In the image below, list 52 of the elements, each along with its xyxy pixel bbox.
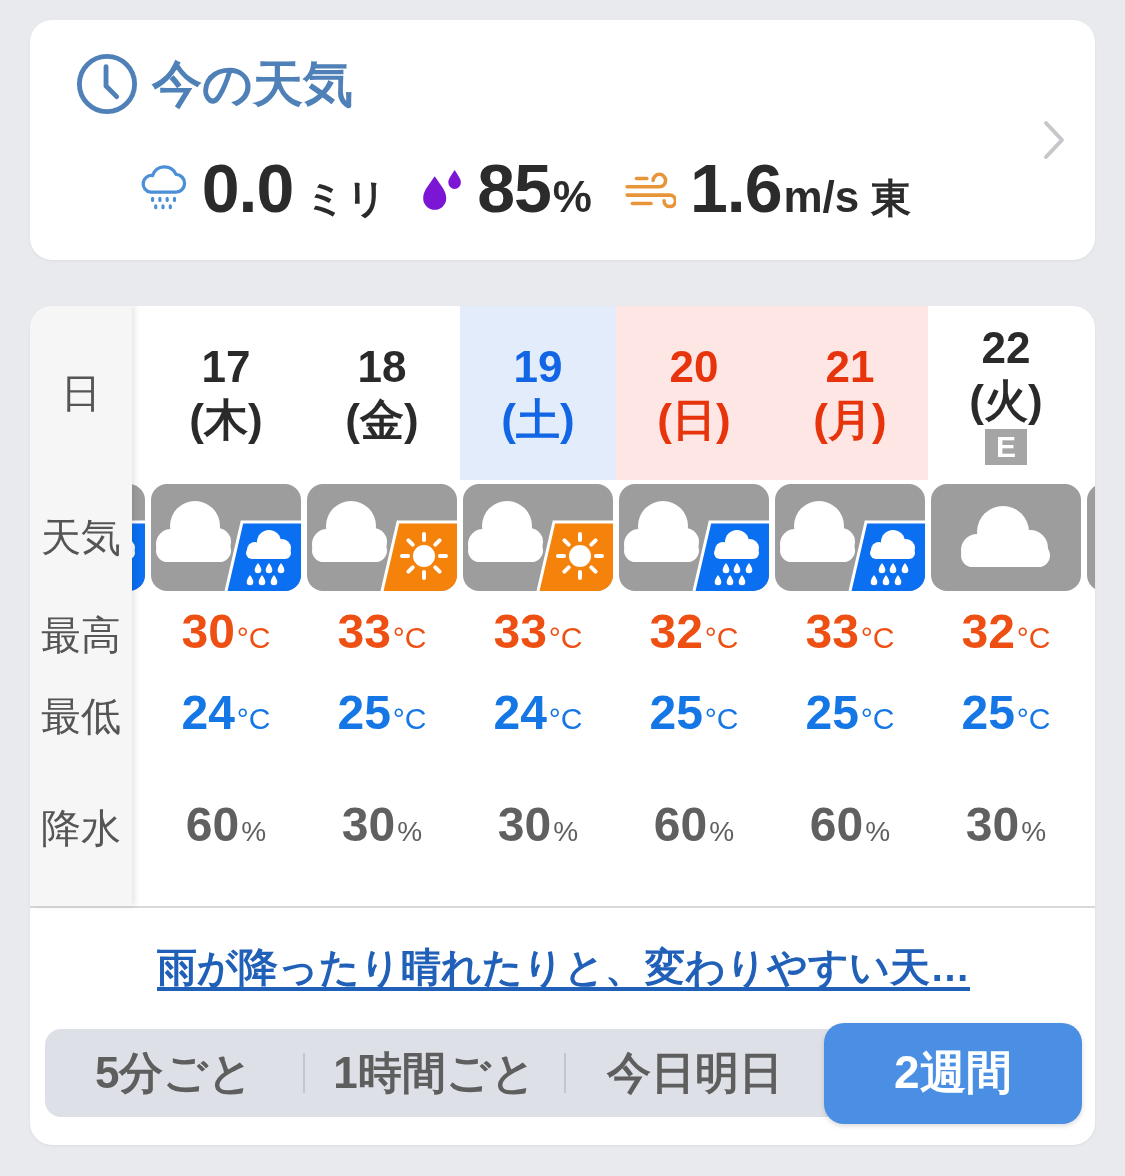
chevron-right-icon <box>1043 120 1065 160</box>
weekday-label: (火) <box>969 375 1043 427</box>
high-temperature: 30°C <box>181 605 271 660</box>
row-label: 降水 <box>41 805 121 852</box>
low-temperature: 24°C <box>493 686 583 741</box>
row-label: 最高 <box>41 612 121 659</box>
high-temperature: 33°C <box>493 605 583 660</box>
row-label: 日 <box>61 370 101 417</box>
forecast-badge: E <box>985 429 1027 465</box>
wind-speed-unit: m/s <box>783 172 860 222</box>
current-weather-card[interactable]: 今の天気 0.0 ミリ 85% 1.6m/s 東 <box>30 20 1095 260</box>
low-temperature: 24°C <box>181 686 271 741</box>
high-temperature: 32°C <box>961 605 1051 660</box>
section-title: 今の天気 <box>152 55 353 114</box>
date-number: 21 <box>825 341 875 393</box>
low-temperature: 25°C <box>649 686 739 741</box>
date-number: 22 <box>981 322 1031 374</box>
date-number: 19 <box>513 341 563 393</box>
row-label: 最低 <box>41 693 121 740</box>
precipitation-value: 0.0 <box>201 153 294 223</box>
row-label: 天気 <box>41 514 121 561</box>
precipitation-unit: ミリ <box>305 175 388 222</box>
precipitation-chance: 30% <box>341 797 423 853</box>
low-temperature: 25°C <box>337 686 427 741</box>
date-number: 20 <box>669 341 719 393</box>
humidity-value: 85 <box>477 153 551 223</box>
date-number: 18 <box>357 341 407 393</box>
wind-speed-value: 1.6 <box>689 153 782 223</box>
view-tab[interactable]: 5分ごと <box>45 1029 304 1117</box>
weekday-label: (金) <box>345 394 419 446</box>
precipitation-chance: 60% <box>185 797 267 853</box>
low-temperature: 25°C <box>805 686 895 741</box>
weekday-label: (木) <box>189 394 263 446</box>
high-temperature: 33°C <box>337 605 427 660</box>
view-tab[interactable]: 2週間 <box>823 1022 1082 1124</box>
forecast-summary-link[interactable]: 雨が降ったり晴れたりと、変わりやすい天… <box>157 943 970 991</box>
precipitation-chance: 60% <box>653 797 735 853</box>
precipitation-chance: 60% <box>809 797 891 853</box>
clock-icon <box>76 53 138 115</box>
date-number: 17 <box>201 341 251 393</box>
precipitation-chance: 30% <box>965 797 1047 853</box>
view-tab[interactable]: 今日明日 <box>565 1029 824 1117</box>
wind-direction: 東 <box>871 175 912 222</box>
humidity-unit: % <box>552 172 592 222</box>
high-temperature: 33°C <box>805 605 895 660</box>
high-temperature: 32°C <box>649 605 739 660</box>
weekday-label: (月) <box>813 394 887 446</box>
weekday-label: (日) <box>657 394 731 446</box>
weekday-label: (土) <box>501 394 575 446</box>
precipitation-chance: 30% <box>497 797 579 853</box>
view-tab[interactable]: 1時間ごと <box>305 1029 564 1117</box>
low-temperature: 25°C <box>961 686 1051 741</box>
